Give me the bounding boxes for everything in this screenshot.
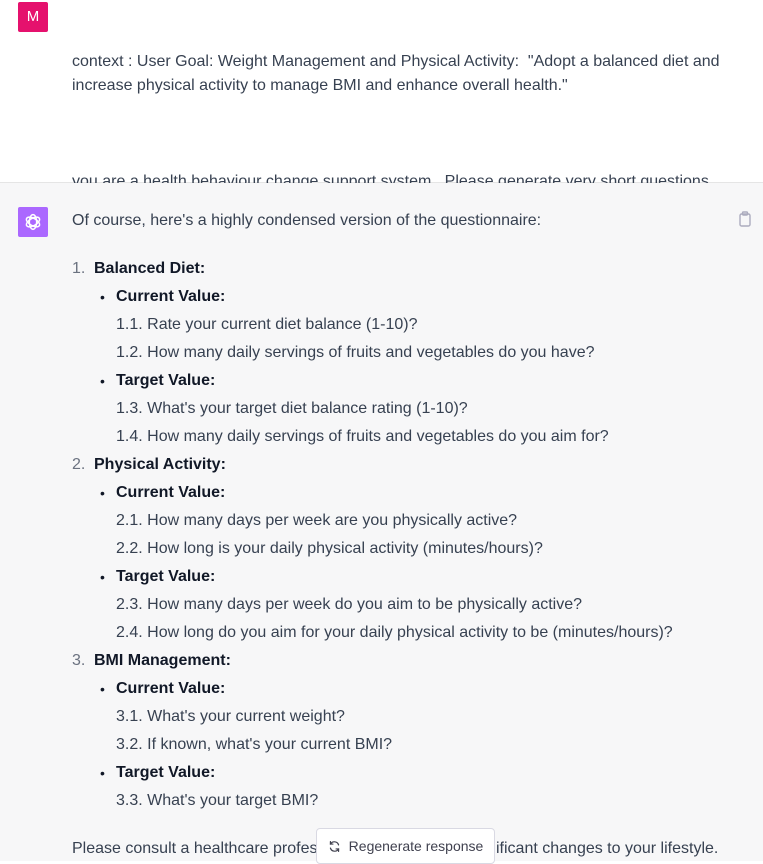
- openai-logo-icon: [18, 207, 48, 237]
- current-value-label: Current Value:: [116, 288, 226, 305]
- bullet-icon: •: [100, 485, 105, 501]
- question-item: 1.2. How many daily servings of fruits a…: [116, 344, 595, 361]
- regenerate-label: Regenerate response: [348, 838, 484, 854]
- user-message: M context : User Goal: Weight Management…: [0, 0, 763, 238]
- bullet-icon: •: [100, 765, 105, 781]
- current-value-label: Current Value:: [116, 680, 226, 697]
- question-item: 1.3. What's your target diet balance rat…: [116, 400, 468, 417]
- question-item: 2.2. How long is your daily physical act…: [116, 540, 543, 557]
- clipboard-icon[interactable]: [737, 211, 753, 227]
- bullet-icon: •: [100, 569, 105, 585]
- section-title: BMI Management:: [94, 652, 231, 669]
- list-number: 2.: [72, 456, 86, 473]
- current-value-label: Current Value:: [116, 484, 226, 501]
- question-item: 2.4. How long do you aim for your daily …: [116, 624, 673, 641]
- list-number: 3.: [72, 652, 86, 669]
- list-number: 1.: [72, 260, 86, 277]
- question-item: 1.1. Rate your current diet balance (1-1…: [116, 316, 418, 333]
- assistant-message: Of course, here's a highly condensed ver…: [0, 183, 763, 864]
- target-value-label: Target Value:: [116, 764, 216, 781]
- footer-text-start: Please consult a healthcare profes: [72, 840, 318, 857]
- bullet-icon: •: [100, 681, 105, 697]
- question-item: 2.1. How many days per week are you phys…: [116, 512, 518, 529]
- regenerate-response-button[interactable]: Regenerate response: [316, 828, 495, 864]
- bullet-icon: •: [100, 373, 105, 389]
- question-item: 1.4. How many daily servings of fruits a…: [116, 428, 609, 445]
- question-item: 3.2. If known, what's your current BMI?: [116, 736, 393, 753]
- assistant-footer-text: Please consult a healthcare profes ifica…: [72, 837, 718, 861]
- question-item: 2.3. How many days per week do you aim t…: [116, 596, 583, 613]
- refresh-icon: [328, 840, 341, 853]
- footer-text-end: ificant changes to your lifestyle.: [496, 840, 719, 857]
- question-item: 3.1. What's your current weight?: [116, 708, 345, 725]
- bullet-icon: •: [100, 289, 105, 305]
- assistant-intro-text: Of course, here's a highly condensed ver…: [72, 212, 542, 229]
- user-paragraph-context: context : User Goal: Weight Management a…: [72, 53, 724, 94]
- section-title: Physical Activity:: [94, 456, 226, 473]
- question-item: 3.3. What's your target BMI?: [116, 792, 319, 809]
- target-value-label: Target Value:: [116, 568, 216, 585]
- target-value-label: Target Value:: [116, 372, 216, 389]
- section-title: Balanced Diet:: [94, 260, 206, 277]
- user-avatar: M: [18, 2, 48, 32]
